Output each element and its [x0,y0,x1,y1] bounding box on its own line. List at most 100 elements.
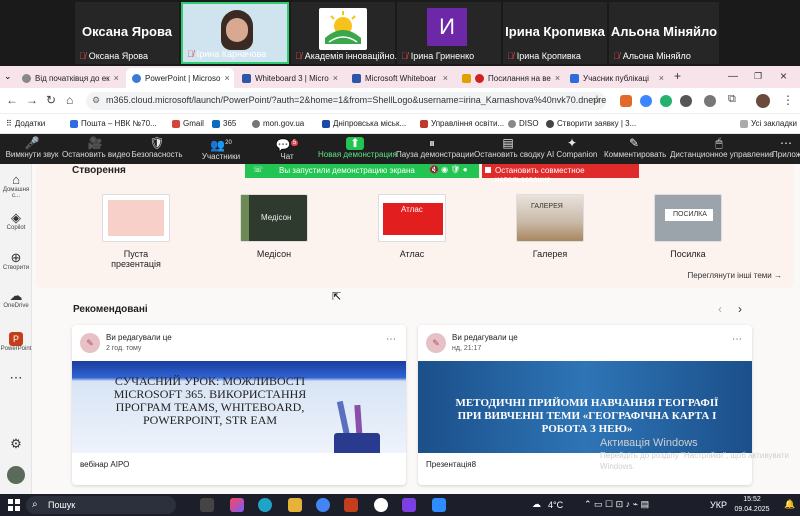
rail-settings[interactable]: ⚙ [0,436,32,451]
stop-video-button[interactable]: 🎥 Остановить видео [62,137,130,160]
restore-button[interactable]: ❐ [754,71,762,82]
clock[interactable]: 15:52 09.04.2025 [732,495,772,515]
rail-home[interactable]: ⌂ Домашня с... [0,172,32,199]
powerpoint-taskbar-icon[interactable] [344,498,358,512]
bookmark-apps[interactable]: ⠿ Додатки [6,119,45,128]
notifications-icon[interactable]: 🔔 [784,499,795,510]
edge-icon[interactable] [258,498,272,512]
site-info-icon[interactable]: ⚙ [92,95,100,106]
menu-dots-icon[interactable]: ⋮ [782,93,794,107]
edit-avatar-icon: ✎ [426,333,446,353]
browser-tab[interactable]: Whiteboard 3 | Micro × [236,68,344,88]
participant-tile[interactable]: Ірина Кропивка 🎙̸ Ірина Кропивка [503,2,607,64]
close-icon[interactable]: × [659,73,664,83]
participants-button[interactable]: 👥20 Участники [196,137,246,162]
all-bookmarks[interactable]: Усі закладки [740,119,797,128]
bookmarks-bar: ⠿ Додатки Пошта – НВК №70... Gmail 365 mo… [0,114,800,134]
apps-icon: ⋯ [780,137,792,150]
remote-control-button[interactable]: 🖱 Дистанционное управление [670,137,774,160]
participant-tile[interactable]: И 🎙̸ Ірина Гриненко [397,2,501,64]
chrome-taskbar-icon[interactable] [316,498,330,512]
rail-onedrive[interactable]: ☁ OneDrive [0,288,32,309]
bookmark[interactable]: Gmail [172,119,204,128]
bookmark[interactable]: Створити заявку | 3... [546,119,636,128]
bookmark[interactable]: Дніпровська міськ... [322,119,406,128]
create-icon: ⊕ [10,250,22,265]
browser-tab[interactable]: Від початківця до ек × [16,68,124,88]
mute-button[interactable]: 🎤 Вимкнути звук [2,137,62,160]
rail-avatar[interactable] [0,466,32,484]
extension-icon[interactable] [660,95,672,107]
ai-companion-button[interactable]: ✦ AI Companion [546,137,598,160]
new-share-button[interactable]: ⬆ Новая демонстрация [318,137,397,160]
bookmark-star-icon[interactable]: ☆ [592,93,602,106]
task-view-icon[interactable] [200,498,214,512]
template-gallery[interactable]: ГАЛЕРЕЯ Галерея [516,194,584,259]
participant-tile[interactable]: 🎙̸ Академія інноваційно... [291,2,402,64]
carousel-prev-button[interactable]: ‹ [718,302,722,316]
taskbar-search[interactable]: ⌕ Пошук [26,496,176,514]
close-icon[interactable]: × [114,73,119,83]
profile-avatar[interactable] [756,94,770,108]
forward-arrow-icon[interactable]: → [26,93,38,107]
rail-create[interactable]: ⊕ Створити [0,250,32,271]
browser-tab[interactable]: Посилання на ве × [456,68,562,88]
stop-summary-button[interactable]: ▤ Остановить сводку [474,137,545,160]
media-player-icon[interactable] [374,498,388,512]
template-blank[interactable]: Пуста презентація [102,194,170,269]
pause-share-button[interactable]: ⏸ Пауза демонстрации [396,137,474,160]
bookmark[interactable]: DISO [508,119,539,128]
tray-icons[interactable]: ⌃ ▭ ☐ ⊡ ♪ ⌁ ▤ [584,499,649,510]
zoom-taskbar-icon[interactable] [432,498,446,512]
url-field[interactable]: ⚙ m365.cloud.microsoft/launch/PowerPoint/… [86,92,606,110]
chat-button[interactable]: 💬 5 Чат [272,137,302,161]
apps-button[interactable]: ⋯ Прилож [772,137,800,159]
recommended-card[interactable]: ✎ Ви редагували це 2 год. тому ⋯ СУЧАСНИ… [72,325,406,485]
explorer-icon[interactable] [288,498,302,512]
template-madison[interactable]: Медісон Медісон [240,194,308,259]
bookmark[interactable]: Пошта – НВК №70... [70,119,157,128]
participant-tile[interactable]: Альона Міняйло 🎙̸ Альона Міняйло [609,2,719,64]
browser-tab[interactable]: Microsoft Whiteboar × [346,68,454,88]
windows-start-icon[interactable] [8,499,20,511]
annotate-button[interactable]: ✎ Комментировать [604,137,666,160]
new-tab-button[interactable]: + [674,69,681,83]
extension-icon[interactable] [640,95,652,107]
participant-tile-active[interactable]: 🎙̸ Ірина Карначова [181,2,289,64]
tab-search-icon[interactable]: ⌄ [4,71,12,82]
template-parcel[interactable]: ПОСИЛКА Посилка [654,194,722,259]
extensions-puzzle-icon[interactable]: ⧉ [728,93,736,106]
extension-icon[interactable] [620,95,632,107]
card-more-icon[interactable]: ⋯ [732,334,742,345]
carousel-next-button[interactable]: › [738,302,742,316]
close-icon[interactable]: × [443,73,448,83]
bookmark[interactable]: 365 [212,119,236,128]
app-taskbar-icon[interactable] [402,498,416,512]
language-indicator[interactable]: УКР [710,500,727,510]
see-more-themes-link[interactable]: Переглянути інші теми → [688,271,782,280]
close-icon[interactable]: × [224,73,229,83]
browser-tab-active[interactable]: PowerPoint | Microso × [126,68,234,88]
close-window-button[interactable]: × [780,69,787,83]
participant-tile[interactable]: Оксана Ярова 🎙̸ Оксана Ярова [75,2,179,64]
security-button[interactable]: 🛡 Безопасность [130,137,184,160]
whiteboard-icon [242,73,251,83]
extension-icon[interactable] [704,95,716,107]
bookmark[interactable]: Управління освіти... [420,119,504,128]
extension-icon[interactable] [680,95,692,107]
stop-sharing-button[interactable]: Остановить совместное использование [482,164,639,184]
rail-copilot[interactable]: ◈ Copilot [0,210,32,231]
bookmark[interactable]: mon.gov.ua [252,119,304,128]
browser-tab[interactable]: Учасник публікаці × [564,68,670,88]
copilot-taskbar-icon[interactable] [230,498,244,512]
template-atlas[interactable]: Атлас Атлас [378,194,446,259]
rail-powerpoint[interactable]: P PowerPoint [0,332,32,352]
back-arrow-icon[interactable]: ← [6,93,18,107]
close-icon[interactable]: × [333,73,338,83]
home-icon[interactable]: ⌂ [66,93,73,107]
card-more-icon[interactable]: ⋯ [386,334,396,345]
close-icon[interactable]: × [555,73,560,83]
rail-more[interactable]: ⋯ [0,370,32,385]
minimize-button[interactable]: — [728,71,738,82]
reload-icon[interactable]: ↻ [46,93,56,107]
